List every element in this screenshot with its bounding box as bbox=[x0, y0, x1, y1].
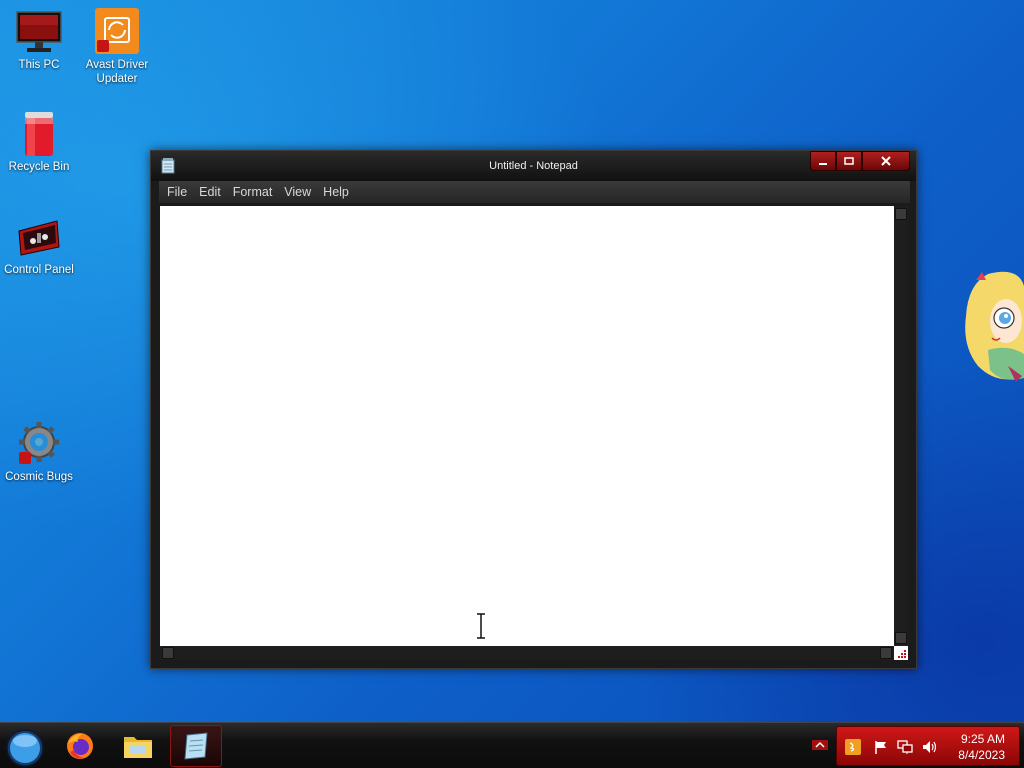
monitor-icon bbox=[15, 8, 63, 56]
desktop-icon-label: Recycle Bin bbox=[8, 161, 70, 173]
scroll-down-button[interactable] bbox=[895, 632, 907, 644]
show-hidden-icons-button[interactable] bbox=[812, 738, 828, 752]
clock-time: 9:25 AM bbox=[960, 732, 1005, 746]
scroll-right-button[interactable] bbox=[880, 647, 892, 659]
cosmic-bugs-icon bbox=[15, 420, 63, 468]
firefox-icon bbox=[67, 733, 93, 759]
java-update-icon[interactable] bbox=[845, 739, 861, 755]
notepad-window[interactable]: Untitled - Notepad File Edit Format View… bbox=[150, 150, 917, 669]
resize-grip[interactable] bbox=[894, 646, 908, 660]
system-tray: 9:25 AM 8/4/2023 bbox=[836, 726, 1020, 766]
menu-format[interactable]: Format bbox=[227, 181, 279, 203]
taskbar-firefox-button[interactable] bbox=[54, 725, 106, 767]
taskbar-file-explorer-button[interactable] bbox=[112, 725, 164, 767]
chevron-up-icon bbox=[812, 740, 828, 750]
vertical-scrollbar[interactable] bbox=[894, 206, 908, 646]
folder-icon bbox=[124, 737, 152, 758]
minimize-icon bbox=[819, 163, 827, 165]
taskbar: 9:25 AM 8/4/2023 bbox=[0, 722, 1024, 768]
taskbar-notepad-button[interactable] bbox=[170, 725, 222, 767]
desktop-icon-label: Cosmic Bugs bbox=[5, 471, 73, 483]
desktop-sticker-character bbox=[958, 266, 1024, 396]
text-cursor-icon bbox=[476, 613, 486, 639]
text-editor-area[interactable] bbox=[160, 206, 894, 646]
maximize-icon bbox=[844, 157, 854, 165]
start-button[interactable] bbox=[5, 728, 45, 768]
desktop-icon-control-panel[interactable]: Control Panel bbox=[0, 213, 78, 277]
window-titlebar[interactable]: Untitled - Notepad bbox=[151, 151, 916, 181]
resize-grip-icon bbox=[898, 650, 906, 658]
menu-edit[interactable]: Edit bbox=[193, 181, 227, 203]
desktop-icon-recycle-bin[interactable]: Recycle Bin bbox=[0, 110, 78, 174]
desktop-icon-label: Control Panel bbox=[4, 264, 74, 276]
menu-bar: File Edit Format View Help bbox=[159, 181, 910, 203]
menu-help[interactable]: Help bbox=[317, 181, 355, 203]
desktop-icon-label: Avast Driver Updater bbox=[85, 59, 149, 85]
start-orb-icon bbox=[6, 729, 44, 767]
desktop-icon-label: This PC bbox=[18, 59, 60, 71]
desktop-icon-this-pc[interactable]: This PC bbox=[0, 8, 78, 72]
maximize-button[interactable] bbox=[836, 151, 862, 171]
menu-file[interactable]: File bbox=[161, 181, 193, 203]
network-icon[interactable] bbox=[897, 739, 913, 755]
desktop-icon-avast-driver-updater[interactable]: Avast Driver Updater bbox=[78, 8, 156, 86]
avast-driver-updater-icon bbox=[93, 8, 141, 56]
scroll-left-button[interactable] bbox=[162, 647, 174, 659]
close-icon bbox=[881, 156, 891, 166]
close-button[interactable] bbox=[862, 151, 910, 171]
recycle-bin-icon bbox=[15, 110, 63, 158]
volume-icon[interactable] bbox=[921, 739, 937, 755]
window-title: Untitled - Notepad bbox=[489, 160, 578, 172]
clock-date: 8/4/2023 bbox=[958, 748, 1005, 762]
minimize-button[interactable] bbox=[810, 151, 836, 171]
menu-view[interactable]: View bbox=[278, 181, 317, 203]
window-controls bbox=[810, 151, 910, 171]
taskbar-clock[interactable]: 9:25 AM 8/4/2023 bbox=[958, 731, 1005, 763]
control-panel-icon bbox=[15, 213, 63, 261]
action-center-flag-icon[interactable] bbox=[873, 739, 889, 755]
horizontal-scrollbar[interactable] bbox=[160, 646, 894, 660]
desktop-icon-cosmic-bugs[interactable]: Cosmic Bugs bbox=[0, 420, 78, 484]
scroll-up-button[interactable] bbox=[895, 208, 907, 220]
notepad-icon bbox=[184, 732, 208, 760]
